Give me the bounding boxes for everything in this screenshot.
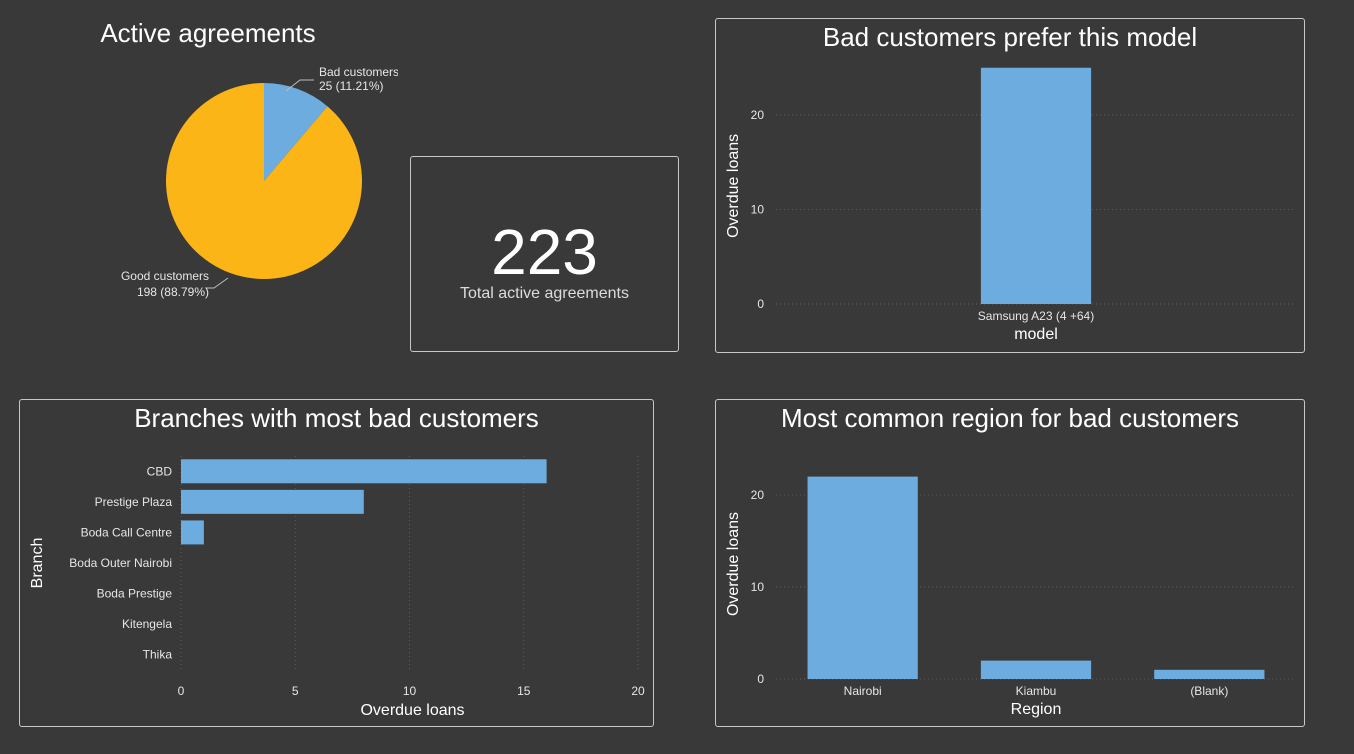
y-axis-label: Overdue loans [725,134,742,238]
pie-label-name: Bad customers [319,65,398,79]
y-tick-label: 0 [757,672,764,686]
x-tick-label: 0 [178,684,185,698]
y-tick-label: Boda Prestige [97,587,173,601]
branch-chart-panel: Branches with most bad customers 0 5 10 15 2… [19,399,654,727]
y-tick-label: 20 [751,108,765,122]
x-axis-label: Region [1011,701,1062,718]
region-chart-panel: Most common region for bad customers 0 10… [715,399,1305,727]
bar[interactable] [181,459,547,484]
pie-label-name: Good customers [121,269,209,283]
bar[interactable] [181,489,364,514]
y-tick-label: CBD [147,464,173,478]
pie-label-value: 25 (11.21%) [319,79,383,93]
x-axis-label: model [1014,326,1058,343]
total-agreements-card[interactable]: 223 Total active agreements [410,156,679,352]
y-tick-label: 0 [757,297,764,311]
y-tick-label: Boda Outer Nairobi [69,556,172,570]
y-tick-label: Thika [143,648,173,662]
region-bar-chart[interactable]: 0 10 20 Nairobi Kiambu (Blank) Region Overdue l… [716,400,1304,726]
x-tick-label: Samsung A23 (4 +64) [978,309,1094,323]
bar[interactable] [980,660,1092,679]
y-tick-label: Kitengela [122,617,172,631]
y-tick-label: 10 [751,580,765,594]
y-tick-label: 10 [751,203,765,217]
x-tick-label: 15 [517,684,531,698]
pie-label-value: 198 (88.79%) [137,285,209,299]
x-tick-label: Nairobi [844,684,882,698]
y-tick-label: Prestige Plaza [95,495,173,509]
x-axis-label: Overdue loans [360,702,464,719]
model-chart-panel: Bad customers prefer this model 0 10 20 Sam… [715,18,1305,353]
y-axis-label: Overdue loans [725,512,742,616]
bar[interactable] [807,476,918,679]
x-tick-label: 20 [631,684,645,698]
bar[interactable] [181,520,204,545]
pie-chart[interactable]: Bad customers25 (11.21%) Good customers 19… [18,10,398,350]
pie-slice[interactable] [165,83,362,279]
x-tick-label: (Blank) [1190,684,1228,698]
y-axis-label: Branch [29,538,46,589]
bar[interactable] [980,67,1092,304]
bar[interactable] [1154,669,1265,679]
kpi-value: 223 [491,216,598,288]
model-bar-chart[interactable]: 0 10 20 Samsung A23 (4 +64) model Overdue loa… [716,19,1304,352]
x-tick-label: Kiambu [1016,684,1057,698]
x-tick-label: 10 [403,684,417,698]
leader-line [206,277,229,289]
kpi-label: Total active agreements [460,285,629,302]
branch-bar-chart[interactable]: 0 5 10 15 20 CBD Prestige Plaza Boda Call Centr… [20,400,653,726]
x-tick-label: 5 [292,684,299,698]
active-agreements-panel: Active agreements Bad customers 25 (11.21… [18,10,398,350]
y-tick-label: Boda Call Centre [81,525,173,539]
y-tick-label: 20 [751,488,765,502]
